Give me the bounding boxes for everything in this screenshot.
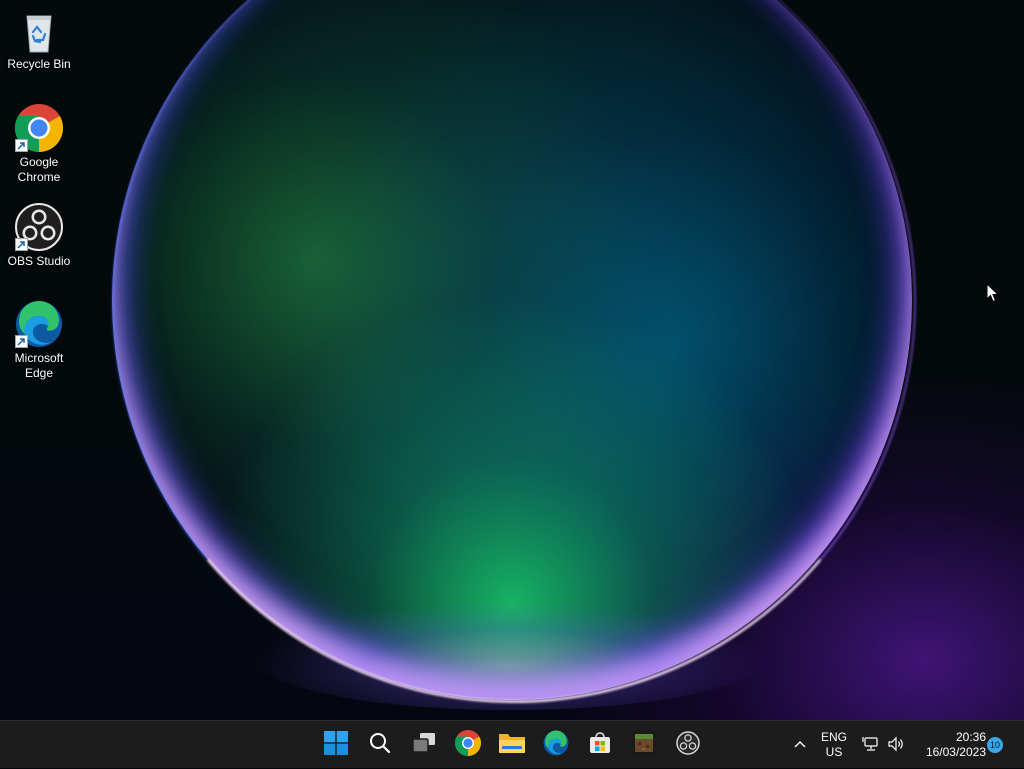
shortcut-arrow-icon <box>15 335 28 348</box>
language-indicator[interactable]: ENG US <box>816 721 852 769</box>
shortcut-arrow-icon <box>15 139 28 152</box>
show-hidden-icons-button[interactable] <box>788 721 812 769</box>
desktop-icon-google-chrome[interactable]: Google Chrome <box>4 104 74 185</box>
recycle-bin-icon <box>15 6 63 54</box>
taskbar-search-button[interactable] <box>360 725 400 765</box>
taskbar-edge-button[interactable] <box>536 725 576 765</box>
windows-start-icon <box>324 730 348 760</box>
taskbar-chrome-button[interactable] <box>448 725 488 765</box>
desktop-wallpaper <box>0 0 1024 720</box>
chevron-up-icon <box>793 738 807 752</box>
taskbar: ENG US 20:36 16/03/2023 10 <box>0 720 1024 768</box>
taskbar-microsoft-store-button[interactable] <box>580 725 620 765</box>
taskbar-obs-button[interactable] <box>668 725 708 765</box>
desktop-icon-label: Microsoft Edge <box>14 351 64 380</box>
desktop-icon-label: Recycle Bin <box>7 57 71 71</box>
file-explorer-icon <box>498 731 526 760</box>
volume-icon <box>887 736 905 755</box>
volume-button[interactable] <box>885 721 907 769</box>
minecraft-icon <box>632 730 656 760</box>
language-code: ENG <box>820 730 847 744</box>
desktop-icon-obs-studio[interactable]: OBS Studio <box>4 203 74 269</box>
chrome-icon <box>454 729 482 761</box>
edge-icon <box>543 730 569 761</box>
clock-button[interactable]: 20:36 16/03/2023 <box>914 721 986 769</box>
network-status-button[interactable] <box>860 721 882 769</box>
clock-date: 16/03/2023 <box>925 745 986 759</box>
taskbar-minecraft-button[interactable] <box>624 725 664 765</box>
keyboard-layout: US <box>825 745 843 759</box>
taskbar-start-button[interactable] <box>316 725 356 765</box>
desktop-icon-label: Google Chrome <box>17 155 61 184</box>
mouse-cursor-icon <box>986 282 1000 308</box>
desktop-icon-label: OBS Studio <box>7 254 71 268</box>
task-view-icon <box>411 731 437 760</box>
desktop-icon-recycle-bin[interactable]: Recycle Bin <box>4 6 74 72</box>
shortcut-arrow-icon <box>15 238 28 251</box>
network-icon <box>862 736 880 755</box>
chrome-icon <box>14 104 64 153</box>
taskbar-file-explorer-button[interactable] <box>492 725 532 765</box>
taskbar-task-view-button[interactable] <box>404 725 444 765</box>
microsoft-store-icon <box>588 731 612 760</box>
obs-icon <box>15 203 63 251</box>
search-icon <box>368 731 392 760</box>
edge-icon <box>15 300 63 348</box>
notification-badge[interactable]: 10 <box>987 737 1003 753</box>
desktop-icon-microsoft-edge[interactable]: Microsoft Edge <box>4 300 74 381</box>
obs-icon <box>676 730 700 760</box>
clock-time: 20:36 <box>955 730 986 744</box>
